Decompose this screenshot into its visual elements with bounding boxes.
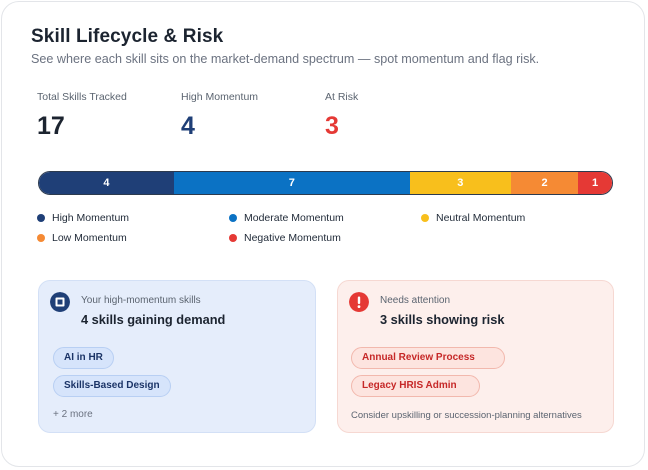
skill-chip-ai-in-hr[interactable]: AI in HR	[53, 347, 114, 369]
stat-high-momentum-value: 4	[181, 112, 195, 140]
stat-high-momentum: High Momentum 4	[181, 91, 258, 141]
legend-label: Neutral Momentum	[436, 212, 526, 224]
show-more-link[interactable]: + 2 more	[53, 409, 93, 420]
legend-label: High Momentum	[52, 212, 130, 224]
page-subtitle: See where each skill sits on the market-…	[31, 52, 540, 66]
stat-total-value: 17	[37, 112, 65, 140]
page-title: Skill Lifecycle & Risk	[31, 26, 224, 47]
risk-panel-heading: 3 skills showing risk	[380, 312, 505, 327]
high-panel-kicker: Your high-momentum skills	[81, 295, 201, 306]
legend-dot	[37, 214, 45, 222]
stat-at-risk: At Risk 3	[325, 91, 358, 141]
risk-note: Consider upskilling or succession-planni…	[351, 410, 582, 421]
momentum-distribution-bar: 47321	[38, 171, 613, 195]
skill-chip-legacy-hris-admin[interactable]: Legacy HRIS Admin	[351, 375, 480, 397]
alert-icon	[349, 292, 369, 312]
legend-dot	[229, 214, 237, 222]
stat-at-risk-value: 3	[325, 112, 339, 140]
bar-segment-negative-momentum[interactable]: 1	[578, 172, 612, 194]
stat-total-label: Total Skills Tracked	[37, 91, 127, 103]
legend-dot	[421, 214, 429, 222]
skill-lifecycle-card: Skill Lifecycle & Risk See where each sk…	[1, 1, 645, 467]
legend-low-momentum: Low Momentum	[37, 232, 127, 244]
legend-high-momentum: High Momentum	[37, 212, 129, 224]
skill-chip-annual-review-process[interactable]: Annual Review Process	[351, 347, 505, 369]
high-momentum-panel: Your high-momentum skills 4 skills gaini…	[38, 280, 316, 433]
bar-segment-moderate-momentum[interactable]: 7	[173, 172, 410, 194]
stat-total: Total Skills Tracked 17	[37, 91, 127, 141]
bar-segment-high-momentum[interactable]: 4	[39, 172, 174, 194]
legend-dot	[37, 234, 45, 242]
bar-segment-neutral-momentum[interactable]: 3	[409, 172, 511, 194]
stat-at-risk-label: At Risk	[325, 91, 359, 103]
square-icon	[50, 292, 70, 312]
high-panel-heading: 4 skills gaining demand	[81, 312, 226, 327]
stat-high-momentum-label: High Momentum	[181, 91, 259, 103]
legend-label: Moderate Momentum	[244, 212, 344, 224]
legend-neutral-momentum: Neutral Momentum	[421, 212, 525, 224]
bar-segment-low-momentum[interactable]: 2	[510, 172, 579, 194]
risk-panel-kicker: Needs attention	[380, 295, 451, 306]
legend-moderate-momentum: Moderate Momentum	[229, 212, 344, 224]
legend-label: Negative Momentum	[244, 232, 341, 244]
legend-negative-momentum: Negative Momentum	[229, 232, 341, 244]
legend-label: Low Momentum	[52, 232, 127, 244]
skill-chip-skills-based-design[interactable]: Skills-Based Design	[53, 375, 171, 397]
legend-dot	[229, 234, 237, 242]
risk-panel: Needs attention 3 skills showing risk An…	[337, 280, 614, 433]
